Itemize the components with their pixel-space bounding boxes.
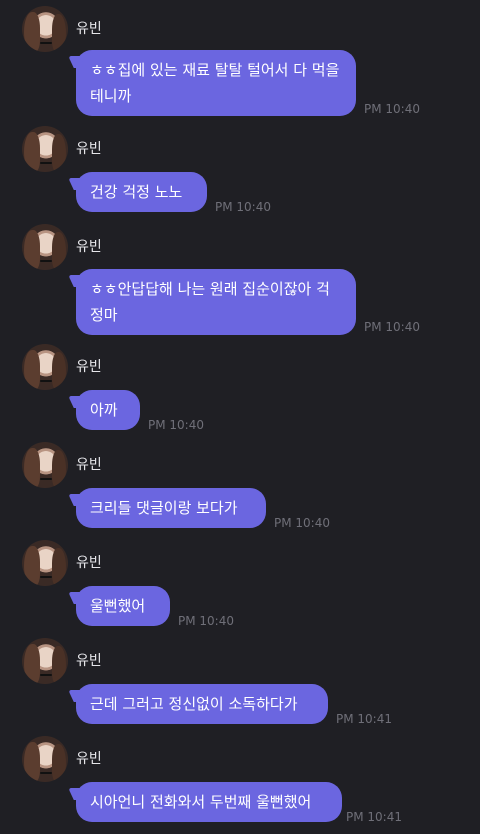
avatar[interactable] xyxy=(22,224,68,270)
message-timestamp: PM 10:40 xyxy=(364,320,420,334)
message-bubble[interactable]: 아까 xyxy=(76,390,140,430)
avatar[interactable] xyxy=(22,6,68,52)
avatar[interactable] xyxy=(22,736,68,782)
sender-name: 유빈 xyxy=(76,653,102,669)
sender-name: 유빈 xyxy=(76,239,102,255)
message-timestamp: PM 10:41 xyxy=(336,712,392,726)
message-bubble[interactable]: 크리들 댓글이랑 보다가 xyxy=(76,488,266,528)
avatar[interactable] xyxy=(22,344,68,390)
avatar[interactable] xyxy=(22,126,68,172)
message-bubble[interactable]: 울뻔했어 xyxy=(76,586,170,626)
avatar[interactable] xyxy=(22,638,68,684)
message-timestamp: PM 10:40 xyxy=(215,200,271,214)
message-timestamp: PM 10:40 xyxy=(148,418,204,432)
message-timestamp: PM 10:41 xyxy=(346,810,402,824)
message-timestamp: PM 10:40 xyxy=(178,614,234,628)
avatar[interactable] xyxy=(22,540,68,586)
sender-name: 유빈 xyxy=(76,21,102,37)
avatar[interactable] xyxy=(22,442,68,488)
message-bubble[interactable]: 건강 걱정 노노 xyxy=(76,172,207,212)
message-timestamp: PM 10:40 xyxy=(364,102,420,116)
sender-name: 유빈 xyxy=(76,359,102,375)
sender-name: 유빈 xyxy=(76,751,102,767)
sender-name: 유빈 xyxy=(76,555,102,571)
message-bubble[interactable]: ㅎㅎ안답답해 나는 원래 집순이잖아 걱정마 xyxy=(76,269,356,335)
chat-thread: 유빈 ㅎㅎ집에 있는 재료 탈탈 털어서 다 먹을테니까 PM 10:40 유빈… xyxy=(0,0,480,834)
message-bubble[interactable]: 시아언니 전화와서 두번째 울뻔했어 xyxy=(76,782,342,822)
message-bubble[interactable]: 근데 그러고 정신없이 소독하다가 xyxy=(76,684,328,724)
sender-name: 유빈 xyxy=(76,141,102,157)
message-bubble[interactable]: ㅎㅎ집에 있는 재료 탈탈 털어서 다 먹을테니까 xyxy=(76,50,356,116)
message-timestamp: PM 10:40 xyxy=(274,516,330,530)
sender-name: 유빈 xyxy=(76,457,102,473)
